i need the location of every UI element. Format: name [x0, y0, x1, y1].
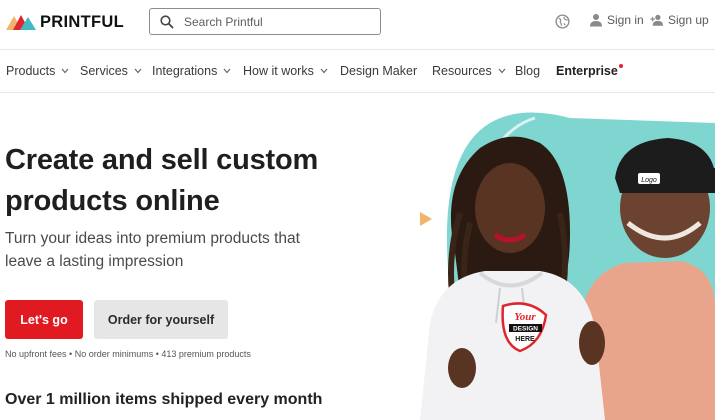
- hero-title: Create and sell custom products online: [5, 140, 405, 222]
- nav-item-blog[interactable]: Blog: [515, 64, 540, 78]
- nav-item-label: Services: [80, 64, 128, 78]
- nav-item-label: Design Maker: [340, 64, 418, 78]
- nav-item-enterprise[interactable]: Enterprise: [556, 64, 623, 78]
- search-box[interactable]: [149, 8, 381, 35]
- hero-illustration: Logo Your DESIGN HERE: [420, 112, 715, 420]
- shipped-stat: Over 1 million items shipped every month: [5, 391, 323, 408]
- hero-subtitle-line: leave a lasting impression: [5, 253, 184, 270]
- nav-item-label: Blog: [515, 64, 541, 78]
- hero-image: Logo Your DESIGN HERE: [410, 93, 715, 420]
- main-nav: Products Services Integrations How it wo…: [0, 51, 715, 93]
- hero-title-line: products online: [5, 185, 220, 217]
- globe-icon[interactable]: [555, 14, 570, 29]
- order-for-yourself-button[interactable]: Order for yourself: [94, 300, 228, 339]
- chevron-down-icon: [61, 68, 69, 74]
- nav-item-design-maker[interactable]: Design Maker: [340, 64, 417, 78]
- nav-item-label: Integrations: [152, 64, 218, 78]
- cap-patch-label: Logo: [641, 177, 657, 184]
- hoodie-print-line: DESIGN: [513, 326, 538, 333]
- nav-item-resources[interactable]: Resources: [432, 64, 506, 78]
- brand-name: PRINTFUL: [40, 12, 124, 31]
- new-indicator-dot: [618, 64, 623, 68]
- hero-title-line: Create and sell custom: [5, 144, 319, 176]
- sign-in-label: Sign in: [607, 13, 644, 27]
- printful-logo[interactable]: PRINTFUL: [6, 11, 124, 33]
- chevron-down-icon: [134, 68, 142, 74]
- sign-up-link[interactable]: Sign up: [650, 13, 709, 27]
- search-input[interactable]: [184, 14, 364, 29]
- hero-subtitle: Turn your ideas into premium products th…: [5, 227, 385, 273]
- sign-up-label: Sign up: [668, 13, 709, 27]
- lets-go-button[interactable]: Let's go: [5, 300, 83, 339]
- logo-mark-icon: [6, 15, 36, 30]
- hero-fine-print: No upfront fees • No order minimums • 41…: [5, 349, 251, 359]
- sign-in-link[interactable]: Sign in: [589, 13, 644, 27]
- user-plus-icon: [650, 14, 664, 26]
- nav-item-products[interactable]: Products: [6, 64, 69, 78]
- nav-item-label: Resources: [432, 64, 492, 78]
- hoodie-print-line: Your: [514, 311, 536, 323]
- top-header: PRINTFUL Sign in Sign up: [0, 0, 715, 50]
- chevron-down-icon: [223, 68, 231, 74]
- nav-item-label: Products: [6, 64, 56, 78]
- chevron-down-icon: [498, 68, 506, 74]
- nav-item-integrations[interactable]: Integrations: [152, 64, 231, 78]
- chevron-down-icon: [320, 68, 328, 74]
- hero-subtitle-line: Turn your ideas into premium products th…: [5, 230, 300, 247]
- nav-item-services[interactable]: Services: [80, 64, 142, 78]
- nav-item-how-it-works[interactable]: How it works: [243, 64, 328, 78]
- user-icon: [590, 14, 602, 27]
- hoodie-print-line: HERE: [515, 336, 535, 343]
- nav-item-label: How it works: [243, 64, 314, 78]
- search-icon: [160, 14, 174, 29]
- nav-item-label: Enterprise: [556, 64, 618, 78]
